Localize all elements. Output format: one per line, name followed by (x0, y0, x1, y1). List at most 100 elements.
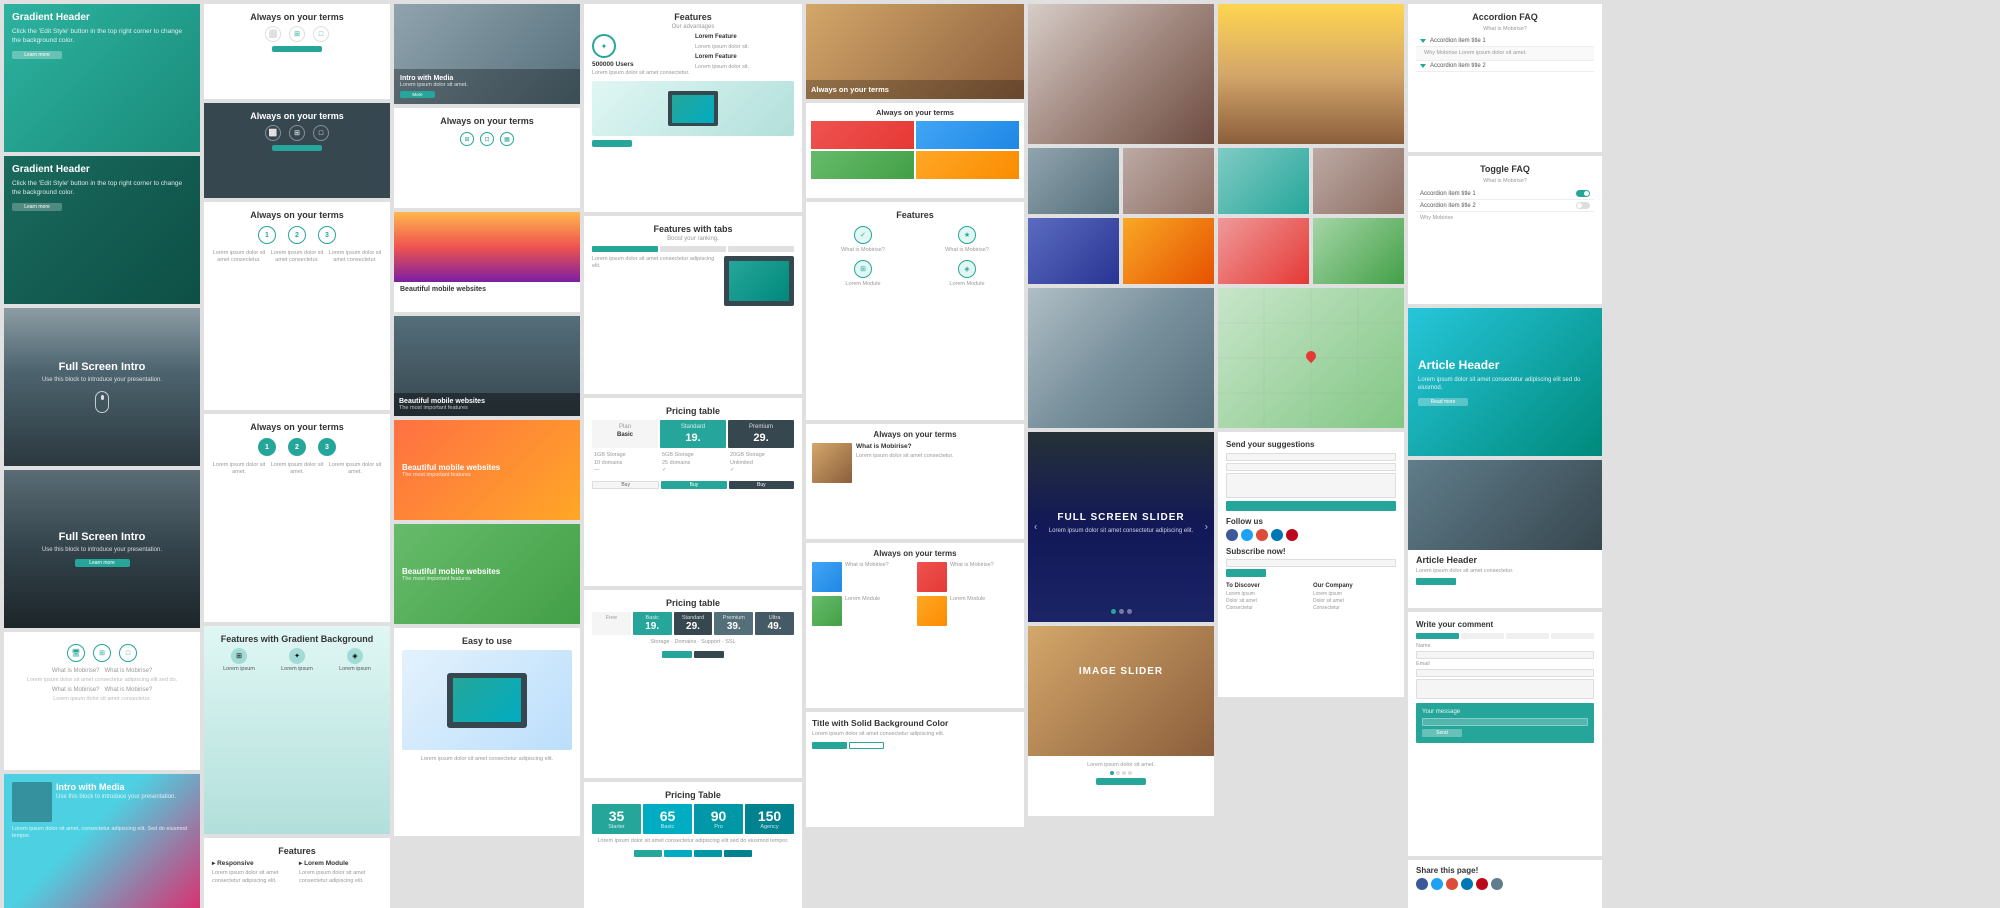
team-photo-1 (812, 562, 842, 592)
accordion-faq-title: Accordion FAQ (1416, 12, 1594, 22)
slider-prev-btn[interactable]: ‹ (1034, 522, 1037, 533)
step-circle-1: 1 (258, 438, 276, 456)
gradient-header-2-subtitle: Click the 'Edit Style' button in the top… (12, 179, 192, 197)
send-btn[interactable] (1226, 501, 1396, 511)
buy-standard-btn[interactable]: Buy (661, 481, 726, 489)
share-li-icon[interactable] (1461, 878, 1473, 890)
photo-grid-2 (916, 121, 1019, 149)
p3-btn-1[interactable] (634, 850, 662, 857)
gradient-header-2-btn[interactable]: Learn more (12, 203, 62, 211)
share-tw-icon[interactable] (1431, 878, 1443, 890)
slider-dot-2[interactable] (1116, 771, 1120, 775)
feat-col-right: Lorem Feature Lorem ipsum dolor sit. Lor… (695, 34, 794, 77)
feat-text-3: Lorem ipsum (328, 666, 382, 673)
team-item-3: Lorem Module (812, 596, 913, 626)
article-header-teal-btn[interactable]: Read more (1418, 398, 1468, 406)
solid-btn-1[interactable] (812, 742, 847, 749)
features-top-card: Features Our advantages ✦ 500000 Users L… (584, 4, 802, 212)
fullscreen-intro-2-btn[interactable]: Learn more (75, 559, 130, 567)
footer-col-1: To Discover Lorem ipsumDolor sit ametCon… (1226, 583, 1309, 612)
slider-dot-1[interactable] (1110, 771, 1114, 775)
message-input[interactable] (1226, 473, 1396, 498)
gradient-header-1-title: Gradient Header (12, 12, 192, 23)
p3-plan-2: 65 Basic (643, 804, 692, 834)
share-pin-icon[interactable] (1476, 878, 1488, 890)
article-name-input[interactable] (1416, 651, 1594, 659)
share-fb-icon[interactable] (1416, 878, 1428, 890)
footer-col-1-links: Lorem ipsumDolor sit ametConsectetur (1226, 591, 1309, 612)
google-plus-icon[interactable] (1256, 529, 1268, 541)
footer-col-2: Our Company Lorem ipsumDolor sit ametCon… (1313, 583, 1396, 612)
always-media-row: Always on your terms What is Mobirise? L… (806, 424, 1024, 539)
toggle-item-1[interactable]: Accordion item title 1 (1416, 188, 1594, 200)
intro-photo-1-btn[interactable]: More (400, 91, 435, 98)
linkedin-icon[interactable] (1271, 529, 1283, 541)
subscribe-email-input[interactable] (1226, 559, 1396, 567)
tab-2[interactable] (660, 246, 726, 252)
step-circle-2: 2 (288, 438, 306, 456)
always-terms-steps-1: Always on your terms 1 2 3 Lorem ipsum d… (204, 202, 390, 410)
tab-3[interactable] (728, 246, 794, 252)
p3-btn-3[interactable] (694, 850, 722, 857)
subscribe-btn[interactable] (1226, 569, 1266, 577)
article-header-teal-desc: Lorem ipsum dolor sit amet consectetur a… (1418, 376, 1592, 393)
col-bg-1 (1218, 148, 1309, 214)
toggle-label-2: Accordion item title 2 (1420, 203, 1476, 209)
article-tab-3[interactable] (1506, 633, 1549, 639)
slider-dot-4[interactable] (1128, 771, 1132, 775)
accordion-item-1[interactable]: Accordion item title 1 (1416, 36, 1594, 47)
buy-basic-btn[interactable]: Buy (592, 481, 659, 489)
twitter-icon[interactable] (1241, 529, 1253, 541)
accordion-item-2[interactable]: Accordion item title 2 (1416, 61, 1594, 72)
features-btn[interactable] (592, 140, 632, 147)
features-desc: Lorem ipsum dolor sit amet consectetur a… (12, 677, 192, 684)
article-comment-input[interactable] (1416, 679, 1594, 699)
article-tab-2[interactable] (1461, 633, 1504, 639)
name-input[interactable] (1226, 453, 1396, 461)
feat-col-title: 500000 Users (592, 61, 691, 68)
toggle-item-2[interactable]: Accordion item title 2 (1416, 200, 1594, 212)
always-team-card: Always on your terms What is Mobirise? W… (806, 543, 1024, 708)
toggle-faq-sub: What is Mobirise? (1416, 178, 1594, 184)
article-tab-1[interactable] (1416, 633, 1459, 639)
share-gp-icon[interactable] (1446, 878, 1458, 890)
tab-1[interactable] (592, 246, 658, 252)
image-slider-title: IMAGE SLIDER (1028, 666, 1214, 677)
p2-buy-2[interactable] (694, 651, 724, 658)
p3-btn-4[interactable] (724, 850, 752, 857)
dot-2[interactable] (1119, 609, 1124, 614)
facebook-icon[interactable] (1226, 529, 1238, 541)
solid-btn-2[interactable] (849, 742, 884, 749)
buy-premium-btn[interactable]: Buy (729, 481, 794, 489)
email-input[interactable] (1226, 463, 1396, 471)
slider-dot-3[interactable] (1122, 771, 1126, 775)
article-header-2-btn[interactable] (1416, 578, 1456, 585)
always-icon-row: Always on your terms ⊞ ⊡ ▦ (394, 108, 580, 208)
title-solid-desc: Lorem ipsum dolor sit amet consectetur a… (812, 731, 1018, 738)
toggle-switch-1[interactable] (1576, 190, 1590, 197)
slider-next-btn[interactable]: › (1205, 522, 1208, 533)
share-more-icon[interactable] (1491, 878, 1503, 890)
dot-1[interactable] (1111, 609, 1116, 614)
footer-section: To Discover Lorem ipsumDolor sit ametCon… (1226, 583, 1396, 612)
slider-btn[interactable] (1096, 778, 1146, 785)
article-teal-input[interactable] (1422, 718, 1588, 726)
article-form-card: Write your comment Name Email Your messa… (1408, 612, 1602, 856)
title-solid-bg-card: Title with Solid Background Color Lorem … (806, 712, 1024, 827)
dot-3[interactable] (1127, 609, 1132, 614)
features-tabs-sub: Boost your ranking. (592, 236, 794, 242)
article-email-input[interactable] (1416, 669, 1594, 677)
article-tab-4[interactable] (1551, 633, 1594, 639)
always-terms-1-title: Always on your terms (212, 12, 382, 22)
features-list-title: Features (814, 210, 1016, 220)
pinterest-icon[interactable] (1286, 529, 1298, 541)
toggle-faq-card: Toggle FAQ What is Mobirise? Accordion i… (1408, 156, 1602, 304)
article-form-label-1: Name (1416, 643, 1594, 649)
gradient-header-1-btn[interactable]: Learn more (12, 51, 62, 59)
p2-buy-1[interactable] (662, 651, 692, 658)
toggle-switch-2[interactable] (1576, 202, 1590, 209)
follow-section: Follow us (1226, 517, 1396, 541)
article-teal-btn[interactable]: Send (1422, 729, 1462, 737)
always-terms-steps-2: Always on your terms 1 2 3 Lorem ipsum d… (204, 414, 390, 622)
p3-btn-2[interactable] (664, 850, 692, 857)
